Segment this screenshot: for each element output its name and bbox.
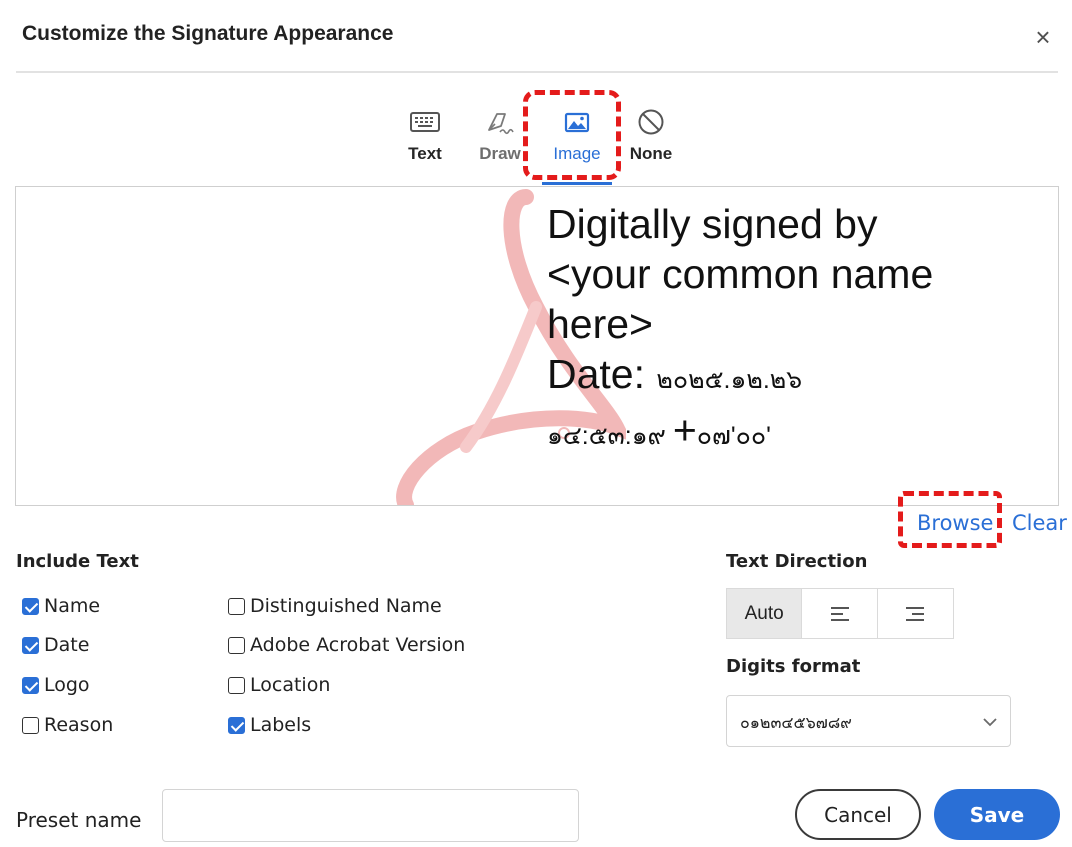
tab-text-label: Text bbox=[408, 144, 442, 163]
preview-time-line: ๑๔:๕๓:๑๙ +๐๗'๐๐' bbox=[547, 405, 1057, 461]
checkbox-location[interactable]: Location bbox=[228, 672, 330, 698]
include-text-heading: Include Text bbox=[16, 551, 139, 572]
checkbox-date-label: Date bbox=[44, 634, 90, 656]
tab-text[interactable]: Text bbox=[399, 100, 451, 184]
no-symbol-icon bbox=[638, 109, 664, 135]
preview-line-2: <your common name bbox=[547, 251, 934, 297]
tab-image-label: Image bbox=[553, 144, 601, 163]
preset-name-label: Preset name bbox=[16, 808, 142, 832]
tab-draw[interactable]: Draw bbox=[472, 100, 528, 184]
checkbox-logo-box[interactable] bbox=[22, 676, 39, 694]
preset-name-input[interactable] bbox=[162, 789, 579, 842]
tab-image[interactable]: Image bbox=[542, 100, 612, 185]
checkbox-distinguished-name[interactable]: Distinguished Name bbox=[228, 593, 442, 619]
align-right-icon bbox=[906, 606, 925, 622]
cancel-button[interactable]: Cancel bbox=[795, 789, 921, 840]
direction-left-button[interactable] bbox=[802, 589, 878, 638]
checkbox-distinguished-name-box[interactable] bbox=[228, 597, 245, 615]
save-button[interactable]: Save bbox=[934, 789, 1060, 840]
checkbox-location-label: Location bbox=[250, 674, 331, 696]
image-icon bbox=[564, 112, 590, 133]
preview-time-value: ๑๔:๕๓:๑๙ bbox=[547, 422, 673, 450]
signature-type-tabs: Text Draw Image None bbox=[0, 100, 1072, 190]
close-icon[interactable]: × bbox=[1030, 24, 1056, 50]
checkbox-logo[interactable]: Logo bbox=[22, 672, 90, 698]
checkbox-labels[interactable]: Labels bbox=[228, 712, 311, 738]
keyboard-icon bbox=[410, 112, 440, 132]
selected-tab-indicator bbox=[542, 182, 612, 185]
preview-tz-value: ๐๗'๐๐' bbox=[696, 422, 771, 450]
dialog-title: Customize the Signature Appearance bbox=[22, 22, 394, 45]
direction-auto-button[interactable]: Auto bbox=[727, 589, 803, 638]
tab-draw-label: Draw bbox=[479, 144, 521, 163]
checkbox-name-label: Name bbox=[44, 595, 101, 617]
clear-link[interactable]: Clear bbox=[1012, 511, 1067, 535]
digits-format-heading: Digits format bbox=[726, 656, 861, 677]
checkbox-labels-box[interactable] bbox=[228, 716, 245, 734]
preview-date-line: Date: ๒๐๒๕.๑๒.๒๖ bbox=[547, 349, 1057, 405]
checkbox-date-box[interactable] bbox=[22, 636, 39, 654]
checkbox-reason[interactable]: Reason bbox=[22, 712, 113, 738]
checkbox-labels-label: Labels bbox=[250, 714, 312, 736]
browse-link[interactable]: Browse bbox=[917, 511, 993, 535]
direction-right-button[interactable] bbox=[878, 589, 953, 638]
checkbox-acrobat-version[interactable]: Adobe Acrobat Version bbox=[228, 632, 465, 658]
preview-line-3: here> bbox=[547, 301, 654, 347]
preview-tz-plus: + bbox=[672, 407, 697, 453]
checkbox-reason-box[interactable] bbox=[22, 716, 39, 734]
tab-none-label: None bbox=[629, 144, 673, 163]
signature-preview: Digitally signed by <your common name he… bbox=[15, 186, 1059, 506]
preview-date-label: Date: bbox=[547, 351, 657, 397]
checkbox-acrobat-version-label: Adobe Acrobat Version bbox=[250, 634, 466, 656]
checkbox-reason-label: Reason bbox=[44, 714, 114, 736]
checkbox-logo-label: Logo bbox=[44, 674, 90, 696]
checkbox-name-box[interactable] bbox=[22, 597, 39, 615]
text-direction-heading: Text Direction bbox=[726, 551, 868, 572]
digits-format-value: ๐๑๒๓๔๕๖๗๘๙ bbox=[740, 713, 852, 732]
align-left-icon bbox=[830, 606, 849, 622]
pen-draw-icon bbox=[488, 113, 514, 135]
checkbox-location-box[interactable] bbox=[228, 676, 245, 694]
checkbox-name[interactable]: Name bbox=[22, 593, 100, 619]
digits-format-select[interactable]: ๐๑๒๓๔๕๖๗๘๙ bbox=[726, 695, 1011, 747]
checkbox-acrobat-version-box[interactable] bbox=[228, 636, 245, 654]
checkbox-date[interactable]: Date bbox=[22, 632, 89, 658]
text-direction-segmented: Auto bbox=[726, 588, 954, 639]
title-divider bbox=[16, 71, 1058, 73]
checkbox-distinguished-name-label: Distinguished Name bbox=[250, 595, 442, 617]
signature-preview-text: Digitally signed by <your common name he… bbox=[547, 199, 1057, 461]
preview-line-1: Digitally signed by bbox=[547, 201, 878, 247]
tab-none[interactable]: None bbox=[623, 100, 679, 184]
preview-date-value: ๒๐๒๕.๑๒.๒๖ bbox=[656, 366, 803, 394]
chevron-down-icon bbox=[983, 718, 997, 727]
